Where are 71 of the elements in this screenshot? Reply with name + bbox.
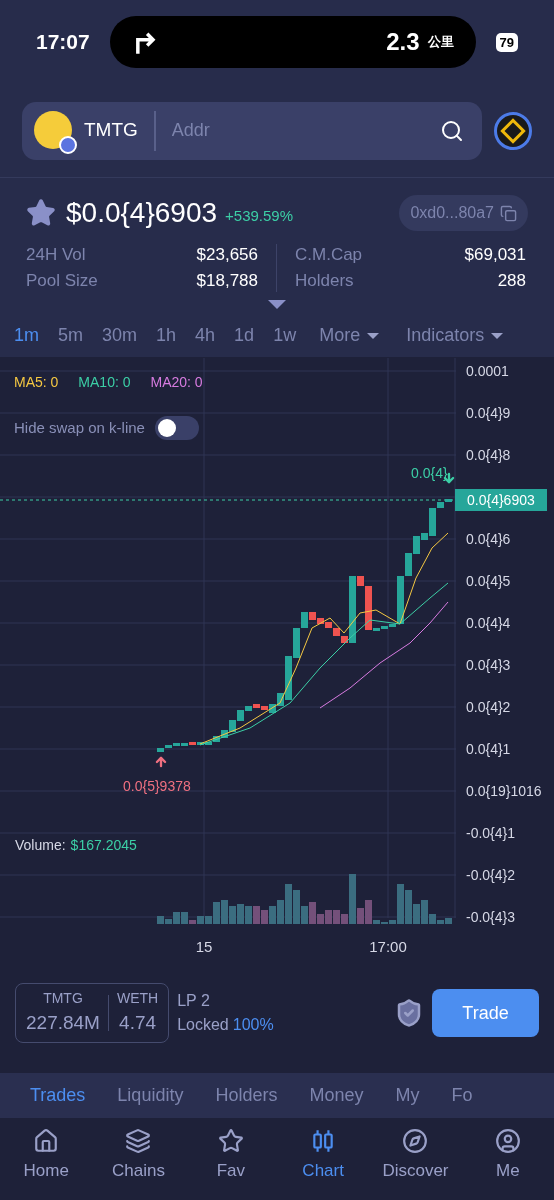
lp-label: LP 2	[177, 991, 211, 1011]
reserve-amount: 4.74	[119, 1011, 157, 1036]
timeframe-tab[interactable]: 1w	[273, 322, 297, 349]
dropdown-button[interactable]: Indicators	[406, 322, 504, 349]
price-axis-label: 0.0{4}9	[466, 404, 511, 422]
price-axis-label: 0.0{4}4	[466, 614, 511, 632]
nav-item[interactable]: Me	[461, 1128, 554, 1184]
section-tab[interactable]: My	[395, 1082, 420, 1109]
section-tab[interactable]: Fo	[451, 1082, 473, 1109]
search-bar[interactable]: TMTG Addr	[22, 101, 482, 160]
timeframe-tab[interactable]: 1d	[234, 322, 255, 349]
price-axis-label: -0.0{4}1	[466, 824, 516, 842]
stat-label: Pool Size	[26, 270, 98, 292]
nav-item[interactable]: Discover	[369, 1128, 462, 1184]
nav-item[interactable]: Fav	[184, 1128, 277, 1184]
stat-label: 24H Vol	[26, 244, 86, 266]
timeframe-tab[interactable]: 30m	[102, 322, 138, 349]
stat-value: $69,031	[464, 244, 526, 266]
price-axis-label: 0.0001	[466, 362, 509, 380]
token-symbol: TMTG	[84, 118, 138, 143]
section-tab[interactable]: Holders	[215, 1082, 278, 1109]
moving-average-label: MA5: 0	[14, 373, 59, 392]
nav-item[interactable]: Home	[0, 1128, 93, 1184]
price-axis-label: -0.0{4}2	[466, 866, 516, 884]
price-axis-label: 0.0{4}2	[466, 698, 511, 716]
price-axis-label: 0.0{4}1	[466, 740, 511, 758]
volume-label: Volume:	[15, 836, 66, 855]
stat-label: C.M.Cap	[295, 244, 363, 266]
stat-value: $23,656	[196, 244, 258, 266]
battery-icon: 79	[495, 32, 518, 52]
price-axis-label: 0.0{4}3	[466, 656, 511, 674]
contract-address-button[interactable]: 0xd0...80a7	[399, 195, 528, 231]
section-tab[interactable]: Trades	[30, 1082, 86, 1109]
reserve-token: WETH	[116, 989, 159, 1009]
volume-value: $167.2045	[70, 836, 137, 855]
timeframe-tab[interactable]: 1h	[156, 322, 177, 349]
distance-unit: 公里	[427, 33, 454, 52]
section-tab[interactable]: Liquidity	[117, 1082, 184, 1109]
low-price-marker: 0.0{5}9378	[123, 777, 191, 796]
dropdown-button[interactable]: More	[319, 322, 380, 349]
time-axis-label: 15	[195, 937, 213, 957]
section-tab[interactable]: Money	[309, 1082, 364, 1109]
locked-percent: 100%	[232, 1015, 274, 1035]
reserve-token: TMTG	[43, 989, 83, 1009]
price-axis-label: 0.0{4}8	[466, 446, 511, 464]
address-input[interactable]: Addr	[171, 117, 440, 144]
nav-item[interactable]: Chart	[277, 1128, 370, 1184]
status-time: 17:07	[36, 29, 90, 56]
moving-average-label: MA20: 0	[150, 373, 203, 392]
time-axis-label: 17:00	[369, 937, 407, 957]
price-axis-label: -0.0{4}3	[466, 908, 516, 926]
price-axis-label: 0.0{4}5	[466, 572, 511, 590]
stat-label: Holders	[295, 270, 354, 292]
stat-value: 288	[497, 270, 526, 292]
locked-label: Locked	[177, 1015, 229, 1035]
current-price-tag: 0.0{4}6903	[455, 489, 547, 511]
high-price-marker: 0.0{4}	[411, 465, 448, 481]
price-axis-label: 0.0{19}1016	[466, 782, 542, 800]
timeframe-tab[interactable]: 4h	[195, 322, 216, 349]
distance-value: 2.3	[386, 27, 420, 57]
stat-value: $18,788	[196, 270, 258, 292]
timeframe-tab[interactable]: 5m	[58, 322, 84, 349]
moving-average-label: MA10: 0	[78, 373, 131, 392]
reserve-amount: 227.84M	[26, 1011, 100, 1036]
toggle-label: Hide swap on k-line	[14, 417, 145, 438]
trade-button[interactable]: Trade	[432, 989, 539, 1037]
price-change: +539.59%	[225, 205, 294, 226]
timeframe-tab[interactable]: 1m	[14, 322, 39, 349]
price-axis-label: 0.0{4}6	[466, 530, 511, 548]
nav-item[interactable]: Chains	[92, 1128, 185, 1184]
token-price: $0.0{4}6903	[66, 196, 218, 230]
